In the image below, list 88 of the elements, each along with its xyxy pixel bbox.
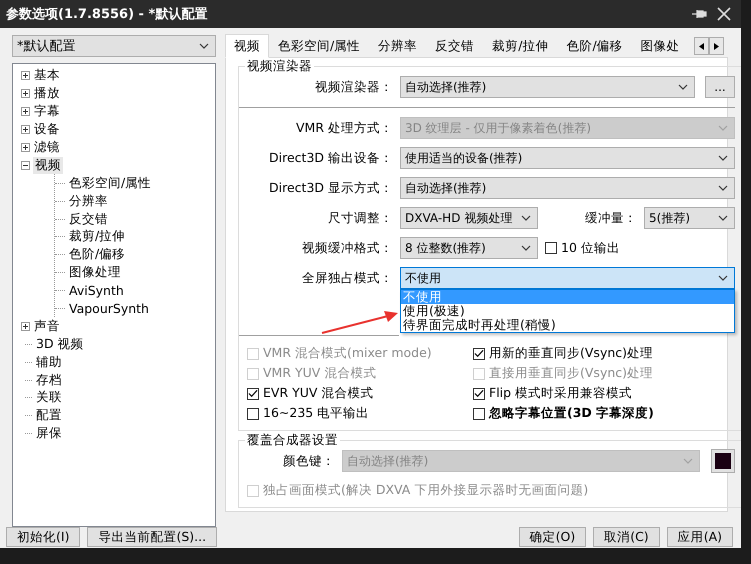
tree-item[interactable]: AviSynth (67, 283, 126, 298)
tree-item[interactable]: 图像处理 (67, 264, 123, 282)
checkbox[interactable]: 16~235 电平输出 (247, 405, 473, 422)
chevron-down-icon (683, 458, 693, 464)
window-title: 参数选项(1.7.8556) - *默认配置 (6, 6, 208, 23)
field-label: 全屏独占模式： (301, 270, 393, 286)
tree-item[interactable]: 基本 (32, 67, 62, 84)
tree-item[interactable]: 滤镜 (32, 139, 62, 156)
chevron-down-icon (718, 185, 728, 191)
expand-icon[interactable] (21, 143, 30, 152)
dropdown-option[interactable]: 待界面完成时再处理(稍慢) (401, 318, 734, 332)
checkmark-icon (474, 389, 484, 398)
checkbox[interactable]: 忽略字幕位置(3D 字幕深度) (473, 405, 735, 422)
scroll-left-button[interactable] (694, 37, 709, 55)
dialog-button[interactable]: 导出当前配置(S)... (87, 527, 218, 547)
tab[interactable]: 色彩空间/属性 (269, 35, 370, 57)
tab[interactable]: 分辨率 (369, 35, 426, 57)
tree-item[interactable]: 色彩空间/属性 (67, 174, 154, 192)
chevron-down-icon (718, 275, 728, 281)
checkbox[interactable]: 用新的垂直同步(Vsync)处理 (473, 345, 735, 362)
tree-item[interactable]: 声音 (32, 318, 62, 335)
chevron-down-icon (718, 215, 728, 221)
field-label: 缓冲量： (584, 210, 637, 226)
tree-item[interactable]: 辅助 (34, 354, 64, 371)
dialog-button[interactable]: 初始化(I) (6, 527, 80, 547)
field-label: 尺寸调整： (327, 210, 393, 226)
dropdown-field[interactable]: 自动选择(推荐) (400, 177, 735, 199)
checkmark-icon (474, 349, 484, 358)
chevron-down-icon (199, 43, 209, 49)
close-icon[interactable] (717, 7, 731, 21)
field-label: Direct3D 显示方式： (268, 180, 393, 196)
group-title: 覆盖合成器设置 (245, 432, 340, 449)
checkbox[interactable]: EVR YUV 混合模式 (247, 385, 473, 402)
checkbox[interactable]: Flip 模式时采用兼容模式 (473, 385, 735, 402)
more-button[interactable]: ... (705, 76, 735, 98)
expand-icon[interactable] (21, 322, 30, 331)
tree-item[interactable]: 播放 (32, 85, 62, 102)
checkbox[interactable]: 10 位输出 (545, 240, 620, 256)
tree-item[interactable]: 存档 (34, 372, 64, 389)
tree-item[interactable]: 屏保 (34, 425, 64, 442)
tab[interactable]: 色阶/偏移 (557, 35, 632, 57)
chevron-down-icon (718, 155, 728, 161)
pin-icon[interactable] (691, 8, 707, 20)
expand-icon[interactable] (21, 71, 30, 80)
dropdown-field[interactable]: 8 位整数(推荐) (400, 237, 538, 259)
dialog-button[interactable]: 确定(O) (518, 527, 586, 547)
dialog-button[interactable]: 应用(A) (666, 527, 733, 547)
expand-icon[interactable] (21, 89, 30, 98)
tree-item[interactable]: 裁剪/拉伸 (67, 228, 128, 246)
tree-item[interactable]: 配置 (34, 407, 64, 424)
chevron-down-icon (678, 84, 688, 90)
tree-item[interactable]: 设备 (32, 121, 62, 138)
group-title: 视频渲染器 (245, 58, 314, 75)
checkmark-icon (248, 389, 258, 398)
field-label: 视频缓冲格式： (301, 240, 393, 256)
tree-item[interactable]: 色阶/偏移 (67, 246, 128, 264)
dropdown-field[interactable]: 自动选择(推荐) (400, 76, 695, 98)
dialog-button[interactable]: 取消(C) (593, 527, 660, 547)
field-label: Direct3D 输出设备： (268, 150, 393, 166)
dropdown-option[interactable]: 使用(极速) (401, 304, 734, 318)
tab[interactable]: 图像处 (632, 35, 689, 57)
chevron-down-icon (718, 125, 728, 131)
tab[interactable]: 裁剪/拉伸 (483, 35, 558, 57)
dropdown-field[interactable]: DXVA-HD 视频处理 (400, 207, 538, 229)
field-label: 颜色键： (282, 452, 335, 470)
chevron-down-icon (521, 245, 531, 251)
tree-item[interactable]: 视频 (33, 156, 63, 174)
tree-item[interactable]: 关联 (34, 389, 64, 406)
expand-icon[interactable] (21, 107, 30, 116)
tab[interactable]: 视频 (225, 34, 269, 58)
field-label: VMR 处理方式： (295, 120, 393, 136)
dropdown-field[interactable]: 使用适当的设备(推荐) (400, 147, 735, 169)
tree-item[interactable]: VapourSynth (67, 301, 151, 316)
field-label: 视频渲染器： (314, 78, 393, 96)
tree-item[interactable]: 字幕 (32, 103, 62, 120)
triangle-right-icon (714, 42, 719, 50)
tree-item[interactable]: 分辨率 (67, 192, 110, 210)
profile-dropdown[interactable]: *默认配置 (12, 35, 216, 57)
triangle-left-icon (699, 42, 704, 50)
tree-item[interactable]: 反交错 (67, 210, 110, 228)
collapse-icon[interactable] (21, 160, 30, 170)
dropdown-field[interactable]: 5(推荐) (644, 207, 735, 229)
chevron-down-icon (521, 215, 531, 221)
scroll-right-button[interactable] (709, 37, 724, 55)
expand-icon[interactable] (21, 125, 30, 134)
tab[interactable]: 反交错 (426, 35, 484, 57)
dropdown-field[interactable]: 不使用 (400, 267, 735, 289)
tree-item[interactable]: 3D 视频 (34, 336, 86, 353)
